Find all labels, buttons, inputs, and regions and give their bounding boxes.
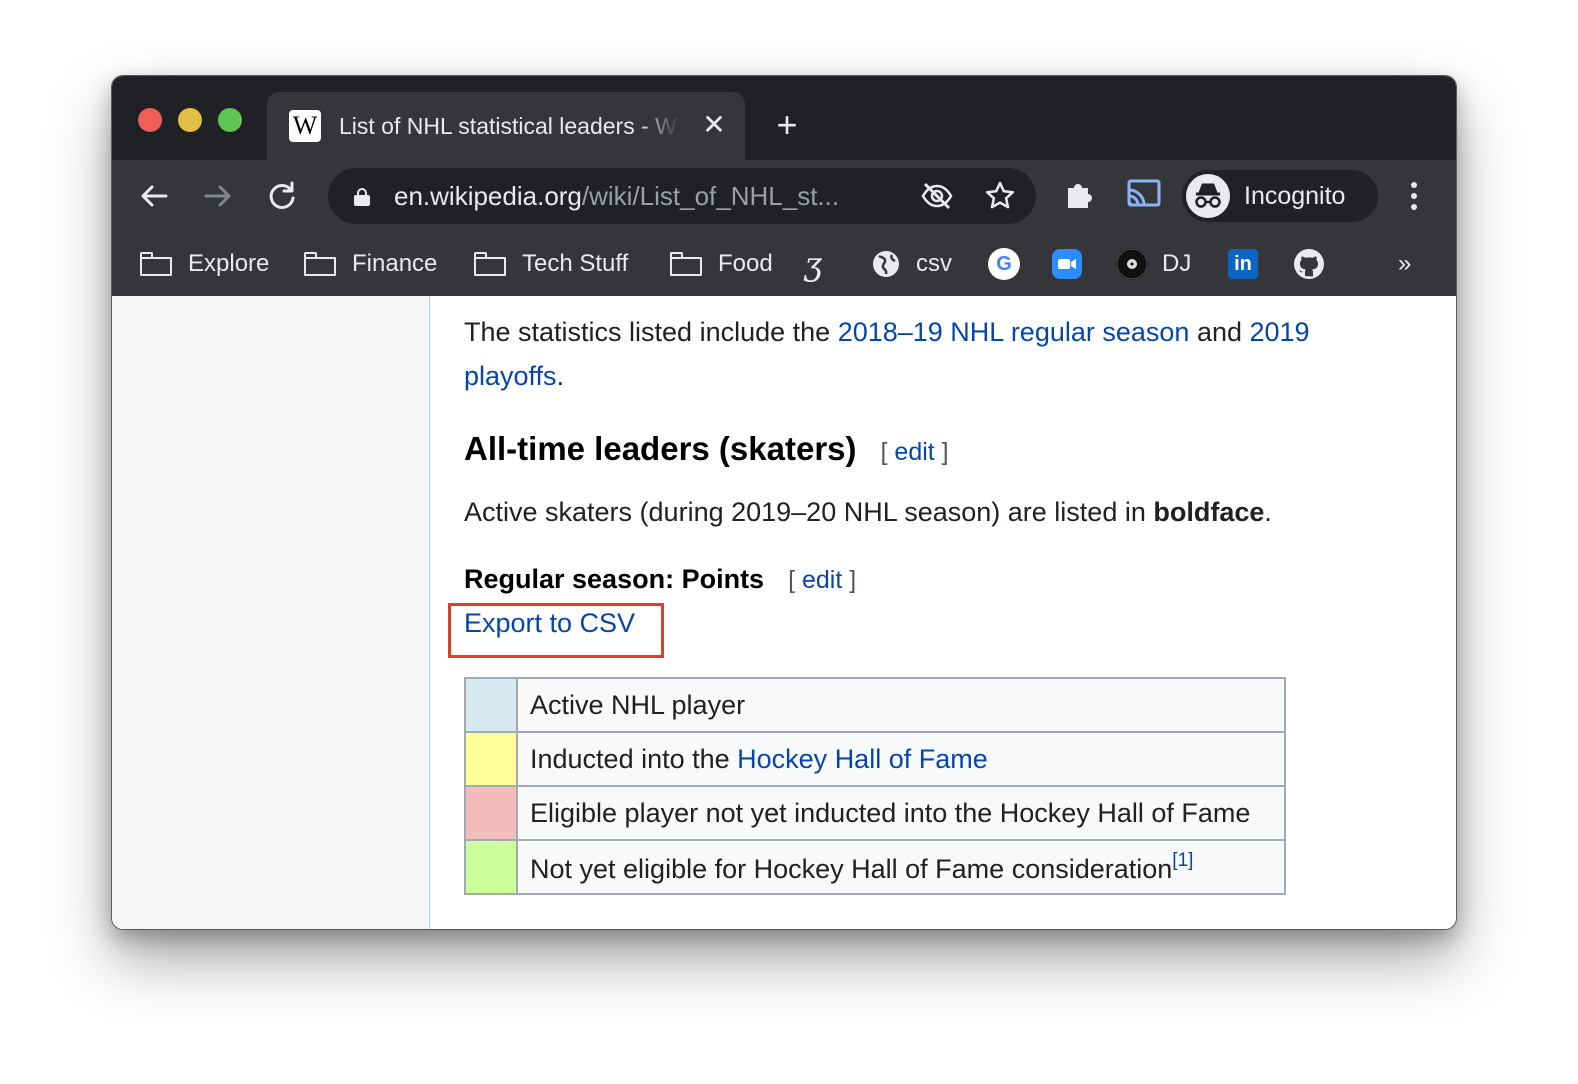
export-to-csv-link[interactable]: Export to CSV: [464, 608, 635, 639]
boldface-word: boldface: [1153, 497, 1265, 527]
legend-text-body: Not yet eligible for Hockey Hall of Fame…: [530, 853, 1173, 884]
edit-link[interactable]: edit: [802, 566, 842, 594]
vinyl-record-icon: [1116, 248, 1148, 280]
bookmarks-overflow-button[interactable]: »: [1398, 246, 1411, 282]
tab-active[interactable]: W List of NHL statistical leaders - Wiki…: [267, 92, 745, 160]
lock-icon[interactable]: [354, 188, 370, 206]
github-icon: [1292, 247, 1326, 281]
linkedin-icon: in: [1228, 249, 1258, 279]
bookmark-label: Finance: [352, 250, 438, 277]
edit-bracket-open: [: [788, 566, 802, 594]
section-heading: All-time leaders (skaters) [ edit ]: [464, 430, 949, 468]
link-2018-19-regular-season[interactable]: 2018–19 NHL regular season: [838, 317, 1190, 347]
edit-bracket-close: ]: [842, 566, 857, 594]
incognito-icon: [1186, 174, 1230, 218]
legend-text: Inducted into the Hockey Hall of Fame: [516, 731, 1286, 787]
address-bar[interactable]: en.wikipedia.org/wiki/List_of_NHL_st...: [328, 168, 1036, 224]
page-content: The statistics listed include the 2018–1…: [112, 296, 1456, 929]
wikipedia-favicon-icon: W: [289, 110, 321, 142]
folder-icon: [474, 252, 506, 276]
extensions-icon[interactable]: [1060, 176, 1100, 216]
title-bar: W List of NHL statistical leaders - Wiki…: [112, 76, 1456, 160]
active-text: Active skaters (during 2019–20 NHL seaso…: [464, 497, 1154, 527]
bookmark-google[interactable]: G: [988, 246, 1020, 282]
back-arrow-icon[interactable]: [134, 176, 174, 216]
legend-row: Not yet eligible for Hockey Hall of Fame…: [464, 839, 1286, 895]
legend-swatch-active: [464, 677, 518, 733]
reference-link[interactable]: [1]: [1172, 850, 1193, 871]
edit-bracket-close: ]: [934, 438, 949, 466]
heading-text: All-time leaders (skaters): [464, 430, 857, 467]
incognito-profile-button[interactable]: Incognito: [1182, 170, 1378, 222]
legend-row: Active NHL player: [464, 677, 1286, 733]
minimize-window-button[interactable]: [178, 108, 202, 132]
legend-row: Inducted into the Hockey Hall of Fame: [464, 731, 1286, 787]
legend-text: Active NHL player: [516, 677, 1286, 733]
url-text[interactable]: en.wikipedia.org/wiki/List_of_NHL_st...: [394, 180, 839, 212]
tab-close-icon[interactable]: ✕: [697, 108, 731, 142]
legend-row: Eligible player not yet inducted into th…: [464, 785, 1286, 841]
legend-swatch-not-eligible: [464, 839, 518, 895]
forward-arrow-icon[interactable]: [198, 176, 238, 216]
legend-prefix: Inducted into the: [530, 743, 738, 774]
eye-off-icon[interactable]: [920, 180, 954, 212]
bookmark-zoom[interactable]: [1052, 246, 1082, 282]
bookmark-folder-tech-stuff[interactable]: Tech Stuff: [474, 246, 628, 282]
intro-text: The statistics listed include the: [464, 317, 838, 347]
google-icon: G: [988, 248, 1020, 280]
edit-subsection-link: [ edit ]: [788, 566, 856, 594]
folder-icon: [670, 252, 702, 276]
legend-table: Active NHL player Inducted into the Hock…: [464, 677, 1286, 895]
overflow-chevron-icon: »: [1398, 250, 1412, 277]
folder-icon: [304, 252, 336, 276]
subheading-text: Regular season: Points: [464, 564, 765, 594]
menu-icon[interactable]: [1394, 176, 1434, 216]
star-icon[interactable]: [983, 180, 1017, 212]
globe-icon: [870, 248, 902, 280]
bookmark-label: csv: [916, 250, 952, 277]
bookmark-label: Tech Stuff: [522, 250, 629, 277]
bookmark-label: Food: [718, 250, 773, 277]
zoom-icon: [1052, 249, 1082, 279]
cast-icon[interactable]: [1124, 176, 1164, 216]
bookmark-csv[interactable]: csv: [870, 246, 952, 282]
bookmark-folder-explore[interactable]: Explore: [140, 246, 269, 282]
toolbar: en.wikipedia.org/wiki/List_of_NHL_st... …: [112, 160, 1456, 232]
wiki-sidebar: [112, 296, 430, 929]
script-z-icon: ʒ: [804, 245, 823, 283]
edit-bracket-open: [: [880, 438, 895, 466]
bookmark-github[interactable]: [1292, 246, 1326, 282]
bookmark-folder-food[interactable]: Food: [670, 246, 773, 282]
active-period: .: [1264, 497, 1272, 527]
bookmark-label: DJ: [1162, 250, 1192, 277]
subsection-heading: Regular season: Points [ edit ]: [464, 564, 856, 595]
hockey-hall-of-fame-link[interactable]: Hockey Hall of Fame: [737, 744, 988, 774]
profile-label: Incognito: [1244, 182, 1346, 210]
bookmarks-bar: Explore Finance Tech Stuff Food ʒ csv G: [112, 232, 1456, 296]
intro-and: and: [1189, 317, 1250, 347]
legend-swatch-hof: [464, 731, 518, 787]
legend-text: Not yet eligible for Hockey Hall of Fame…: [516, 839, 1286, 895]
bookmark-linkedin[interactable]: in: [1228, 246, 1258, 282]
intro-period: .: [556, 361, 565, 391]
bookmark-label: Explore: [188, 250, 270, 277]
tab-title: List of NHL statistical leaders - Wikipe…: [339, 113, 679, 139]
edit-section-link: [ edit ]: [881, 438, 949, 466]
reload-icon[interactable]: [262, 176, 302, 216]
close-window-button[interactable]: [138, 108, 162, 132]
bookmark-dj[interactable]: DJ: [1116, 246, 1191, 282]
bookmark-script-z[interactable]: ʒ: [804, 245, 823, 283]
legend-text: Eligible player not yet inducted into th…: [516, 785, 1286, 841]
legend-swatch-eligible: [464, 785, 518, 841]
browser-window: W List of NHL statistical leaders - Wiki…: [111, 75, 1457, 930]
maximize-window-button[interactable]: [218, 108, 242, 132]
folder-icon: [140, 252, 172, 276]
bookmark-folder-finance[interactable]: Finance: [304, 246, 437, 282]
intro-paragraph: The statistics listed include the 2018–1…: [464, 310, 1384, 398]
active-skaters-note: Active skaters (during 2019–20 NHL seaso…: [464, 492, 1272, 532]
new-tab-button[interactable]: +: [767, 106, 807, 146]
edit-link[interactable]: edit: [894, 438, 934, 466]
